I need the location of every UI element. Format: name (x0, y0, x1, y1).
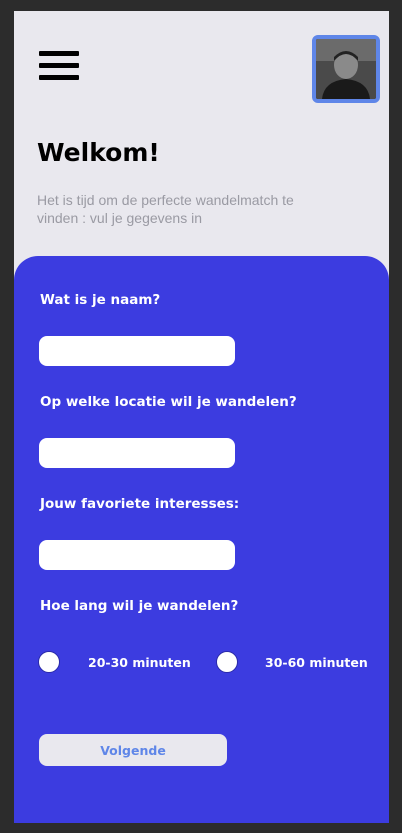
hamburger-menu-icon[interactable] (39, 51, 79, 83)
avatar-photo (316, 39, 376, 99)
menu-bar-top (39, 51, 79, 56)
interests-input[interactable] (39, 540, 235, 570)
duration-option-20-30[interactable]: 20-30 minuten (38, 650, 191, 674)
duration-option-30-60[interactable]: 30-60 minuten (216, 650, 368, 674)
radio-button[interactable] (38, 651, 60, 673)
interests-label: Jouw favoriete interesses: (40, 496, 240, 512)
duration-label: Hoe lang wil je wandelen? (40, 598, 239, 614)
duration-option-label: 20-30 minuten (88, 654, 191, 670)
phone-screen: Welkom! Het is tijd om de perfecte wande… (14, 11, 389, 823)
location-input[interactable] (39, 438, 235, 468)
radio-button[interactable] (216, 651, 238, 673)
name-input[interactable] (39, 336, 235, 366)
menu-bar-middle (39, 63, 79, 68)
duration-option-label: 30-60 minuten (265, 654, 368, 670)
page-title: Welkom! (37, 138, 160, 167)
location-label: Op welke locatie wil je wandelen? (40, 394, 297, 410)
name-label: Wat is je naam? (40, 292, 161, 308)
page-subtitle: Het is tijd om de perfecte wandelmatch t… (37, 192, 294, 226)
user-avatar[interactable] (312, 35, 380, 103)
form-card: Wat is je naam? Op welke locatie wil je … (14, 256, 389, 823)
menu-bar-bottom (39, 75, 79, 80)
next-button[interactable]: Volgende (39, 734, 227, 766)
